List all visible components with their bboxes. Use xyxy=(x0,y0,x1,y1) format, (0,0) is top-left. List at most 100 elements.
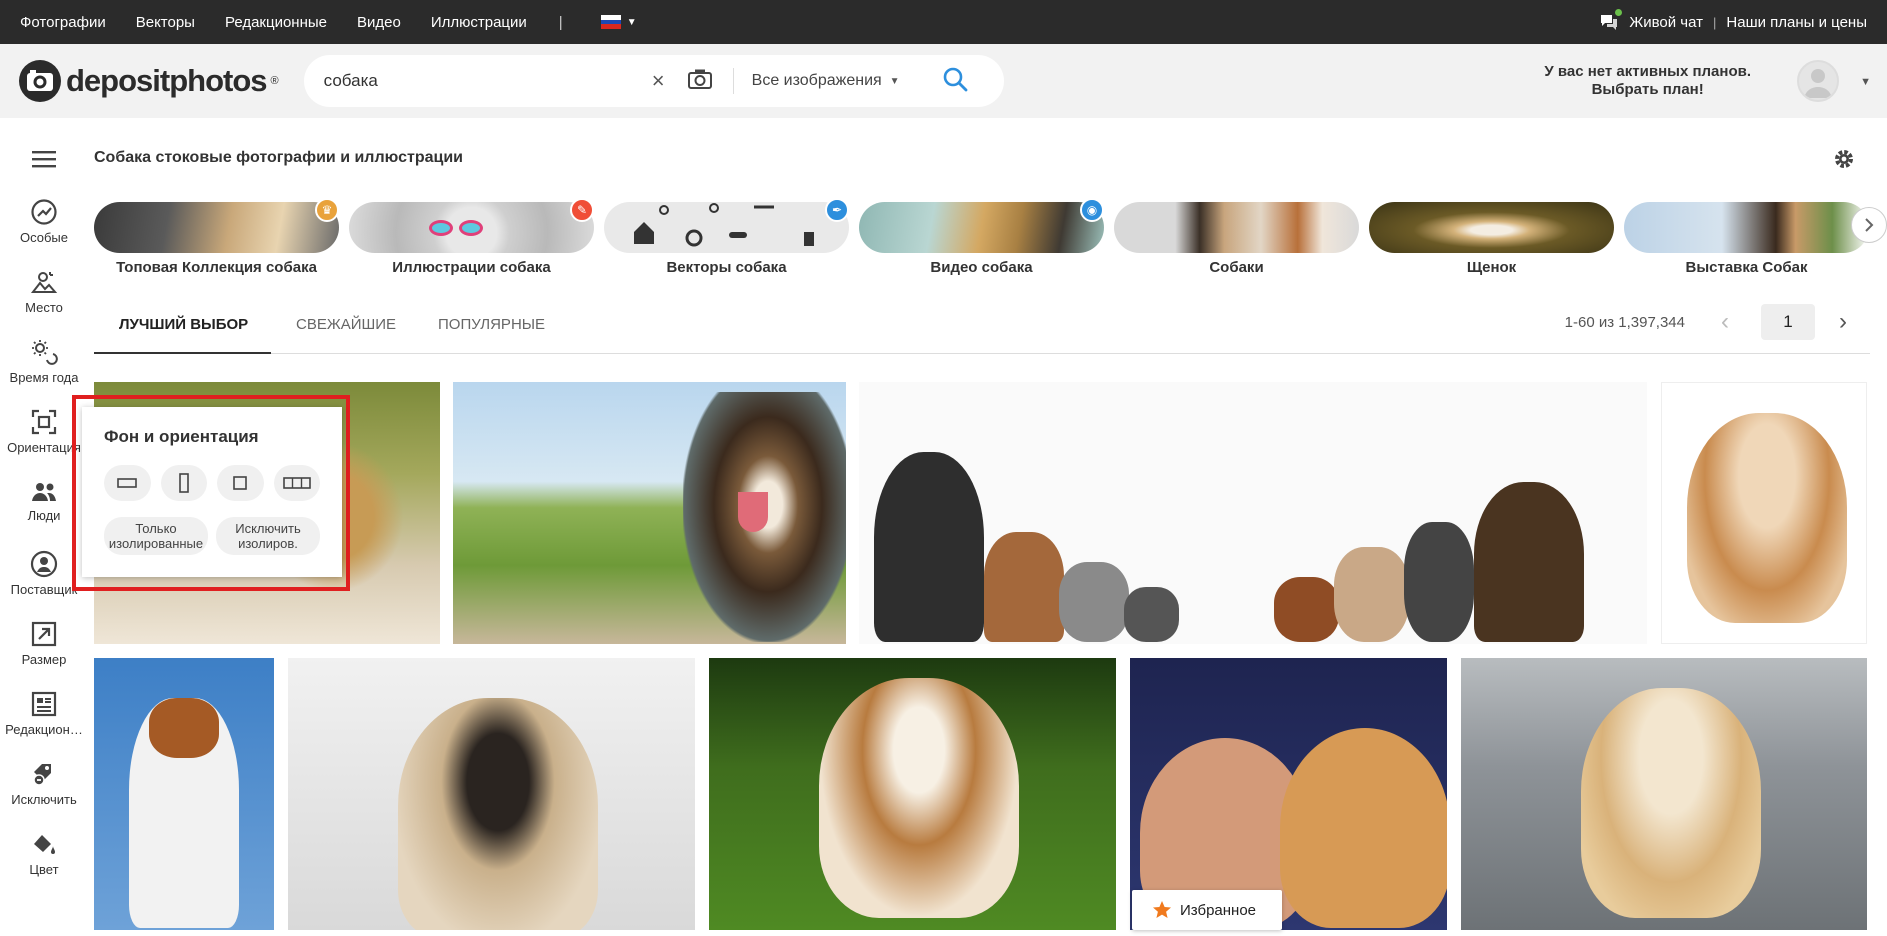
panorama-orientation-button[interactable] xyxy=(273,465,320,501)
nav-vectors[interactable]: Векторы xyxy=(136,14,195,31)
search-by-image-icon[interactable] xyxy=(687,68,713,95)
panorama-icon xyxy=(282,477,311,489)
photo-thumbnail[interactable] xyxy=(94,658,274,930)
orientation-popup-highlight: Фон и ориентация Только изолированные Иск… xyxy=(72,395,350,591)
nav-illustrations[interactable]: Иллюстрации xyxy=(431,14,527,31)
vertical-icon xyxy=(178,473,189,493)
chat-icon[interactable] xyxy=(1599,9,1623,31)
photo-thumbnail[interactable] xyxy=(1461,658,1867,930)
sidebar-item-label: Ориентация xyxy=(7,440,81,455)
favorites-button[interactable]: Избранное xyxy=(1132,890,1282,930)
sidebar-item-location[interactable]: Место xyxy=(0,268,88,315)
category-thumbnail xyxy=(1624,202,1869,253)
category-video[interactable]: ◉ Видео собака xyxy=(859,198,1104,276)
clear-search-icon[interactable]: × xyxy=(652,68,665,94)
camera-icon: ◉ xyxy=(1080,198,1104,222)
link-divider: | xyxy=(1713,14,1717,30)
category-thumbnail xyxy=(859,202,1104,253)
vertical-orientation-button[interactable] xyxy=(160,465,207,501)
chevron-down-icon: ▼ xyxy=(626,16,637,28)
sidebar-item-featured[interactable]: Особые xyxy=(0,198,88,245)
exclude-isolated-line1: Исключить xyxy=(235,521,301,536)
russian-flag-icon xyxy=(600,15,621,30)
exclude-isolated-button[interactable]: Исключить изолиров. xyxy=(216,517,320,555)
tab-popular[interactable]: ПОПУЛЯРНЫЕ xyxy=(438,316,545,333)
no-plans-notice[interactable]: У вас нет активных планов. Выбрать план! xyxy=(1544,63,1751,99)
logo-text: depositphotos xyxy=(66,63,268,98)
header: depositphotos ® собака × Все изображения … xyxy=(0,44,1887,118)
prev-page-button[interactable]: ‹ xyxy=(1721,308,1729,336)
sidebar-item-label: Поставщик xyxy=(10,582,78,597)
nav-video[interactable]: Видео xyxy=(357,14,401,31)
sidebar-item-season[interactable]: Время года xyxy=(0,338,88,385)
search-input[interactable]: собака xyxy=(324,71,652,91)
photo-thumbnail[interactable] xyxy=(859,382,1647,644)
sidebar-item-label: Размер xyxy=(21,652,67,667)
category-thumbnail xyxy=(349,202,594,253)
active-tab-indicator xyxy=(94,352,271,354)
account-menu-chevron-icon[interactable]: ▼ xyxy=(1860,76,1871,88)
isolated-only-line2: изолированные xyxy=(108,536,204,551)
page-title: Собака стоковые фотографии и иллюстрации xyxy=(94,149,463,166)
photo-thumbnail[interactable] xyxy=(1661,382,1867,644)
star-icon xyxy=(1153,901,1171,918)
gear-icon[interactable] xyxy=(1833,148,1855,175)
image-type-select[interactable]: Все изображения ▼ xyxy=(752,72,942,90)
camera-logo-icon xyxy=(19,60,61,102)
square-icon xyxy=(233,476,248,490)
contributor-icon xyxy=(30,550,58,578)
sidebar-item-label: Цвет xyxy=(29,862,59,877)
next-page-button[interactable]: › xyxy=(1839,308,1847,336)
sidebar-item-size[interactable]: Размер xyxy=(0,620,88,667)
search-icon xyxy=(943,67,968,91)
nav-photos[interactable]: Фотографии xyxy=(20,14,106,31)
plans-prices-link[interactable]: Наши планы и цены xyxy=(1726,14,1867,31)
language-selector[interactable]: ▼ xyxy=(600,15,637,30)
depositphotos-logo[interactable]: depositphotos ® xyxy=(18,59,279,103)
sidebar-item-exclude[interactable]: Исключить xyxy=(0,760,88,807)
sidebar-item-editorial[interactable]: Редакцион… xyxy=(0,690,88,737)
photo-thumbnail[interactable] xyxy=(709,658,1116,930)
user-icon xyxy=(1804,69,1832,98)
search-button[interactable] xyxy=(942,66,968,97)
top-navigation-bar: Фотографии Векторы Редакционные Видео Ил… xyxy=(0,0,1887,44)
people-icon xyxy=(32,483,56,501)
carousel-next-button[interactable] xyxy=(1851,207,1887,243)
pen-icon: ✒ xyxy=(825,198,849,222)
photo-thumbnail[interactable] xyxy=(453,382,846,644)
square-orientation-button[interactable] xyxy=(217,465,264,501)
horizontal-orientation-button[interactable] xyxy=(104,465,151,501)
category-dog-show[interactable]: Выставка Собак xyxy=(1624,202,1869,276)
isolated-only-button[interactable]: Только изолированные xyxy=(104,517,208,555)
live-chat-link[interactable]: Живой чат xyxy=(1629,14,1703,31)
nav-editorial[interactable]: Редакционные xyxy=(225,14,327,31)
category-top-collection[interactable]: ♛ Топовая Коллекция собака xyxy=(94,198,339,276)
search-bar: собака × Все изображения ▼ xyxy=(303,55,1004,107)
category-label: Выставка Собак xyxy=(1685,259,1808,276)
sidebar-item-label: Время года xyxy=(9,370,79,385)
category-dogs[interactable]: Собаки xyxy=(1114,202,1359,276)
top-nav-links: Фотографии Векторы Редакционные Видео Ил… xyxy=(20,14,527,31)
sidebar-item-color[interactable]: Цвет xyxy=(0,830,88,877)
horizontal-icon xyxy=(117,478,138,488)
sidebar-item-label: Люди xyxy=(27,508,61,523)
tab-best-match[interactable]: ЛУЧШИЙ ВЫБОР xyxy=(119,316,248,333)
category-puppy[interactable]: Щенок xyxy=(1369,202,1614,276)
chevron-right-icon xyxy=(1865,218,1874,232)
page-number-input[interactable]: 1 xyxy=(1761,304,1815,340)
chevron-down-icon: ▼ xyxy=(889,75,900,87)
avatar[interactable] xyxy=(1797,60,1839,102)
photo-thumbnail[interactable] xyxy=(288,658,695,930)
category-vectors[interactable]: ✒ Векторы собака xyxy=(604,198,849,276)
menu-icon[interactable] xyxy=(32,150,56,173)
tab-newest[interactable]: СВЕЖАЙШИЕ xyxy=(296,316,396,333)
sidebar-item-label: Место xyxy=(25,300,63,315)
category-thumbnail xyxy=(94,202,339,253)
category-illustrations[interactable]: ✎ Иллюстрации собака xyxy=(349,198,594,276)
no-plans-text: У вас нет активных планов. xyxy=(1544,63,1751,80)
category-label: Иллюстрации собака xyxy=(392,259,551,276)
choose-plan-text: Выбрать план! xyxy=(1591,81,1704,98)
favorites-label: Избранное xyxy=(1180,901,1257,919)
popup-title: Фон и ориентация xyxy=(104,427,259,446)
category-thumbnail xyxy=(604,202,849,253)
